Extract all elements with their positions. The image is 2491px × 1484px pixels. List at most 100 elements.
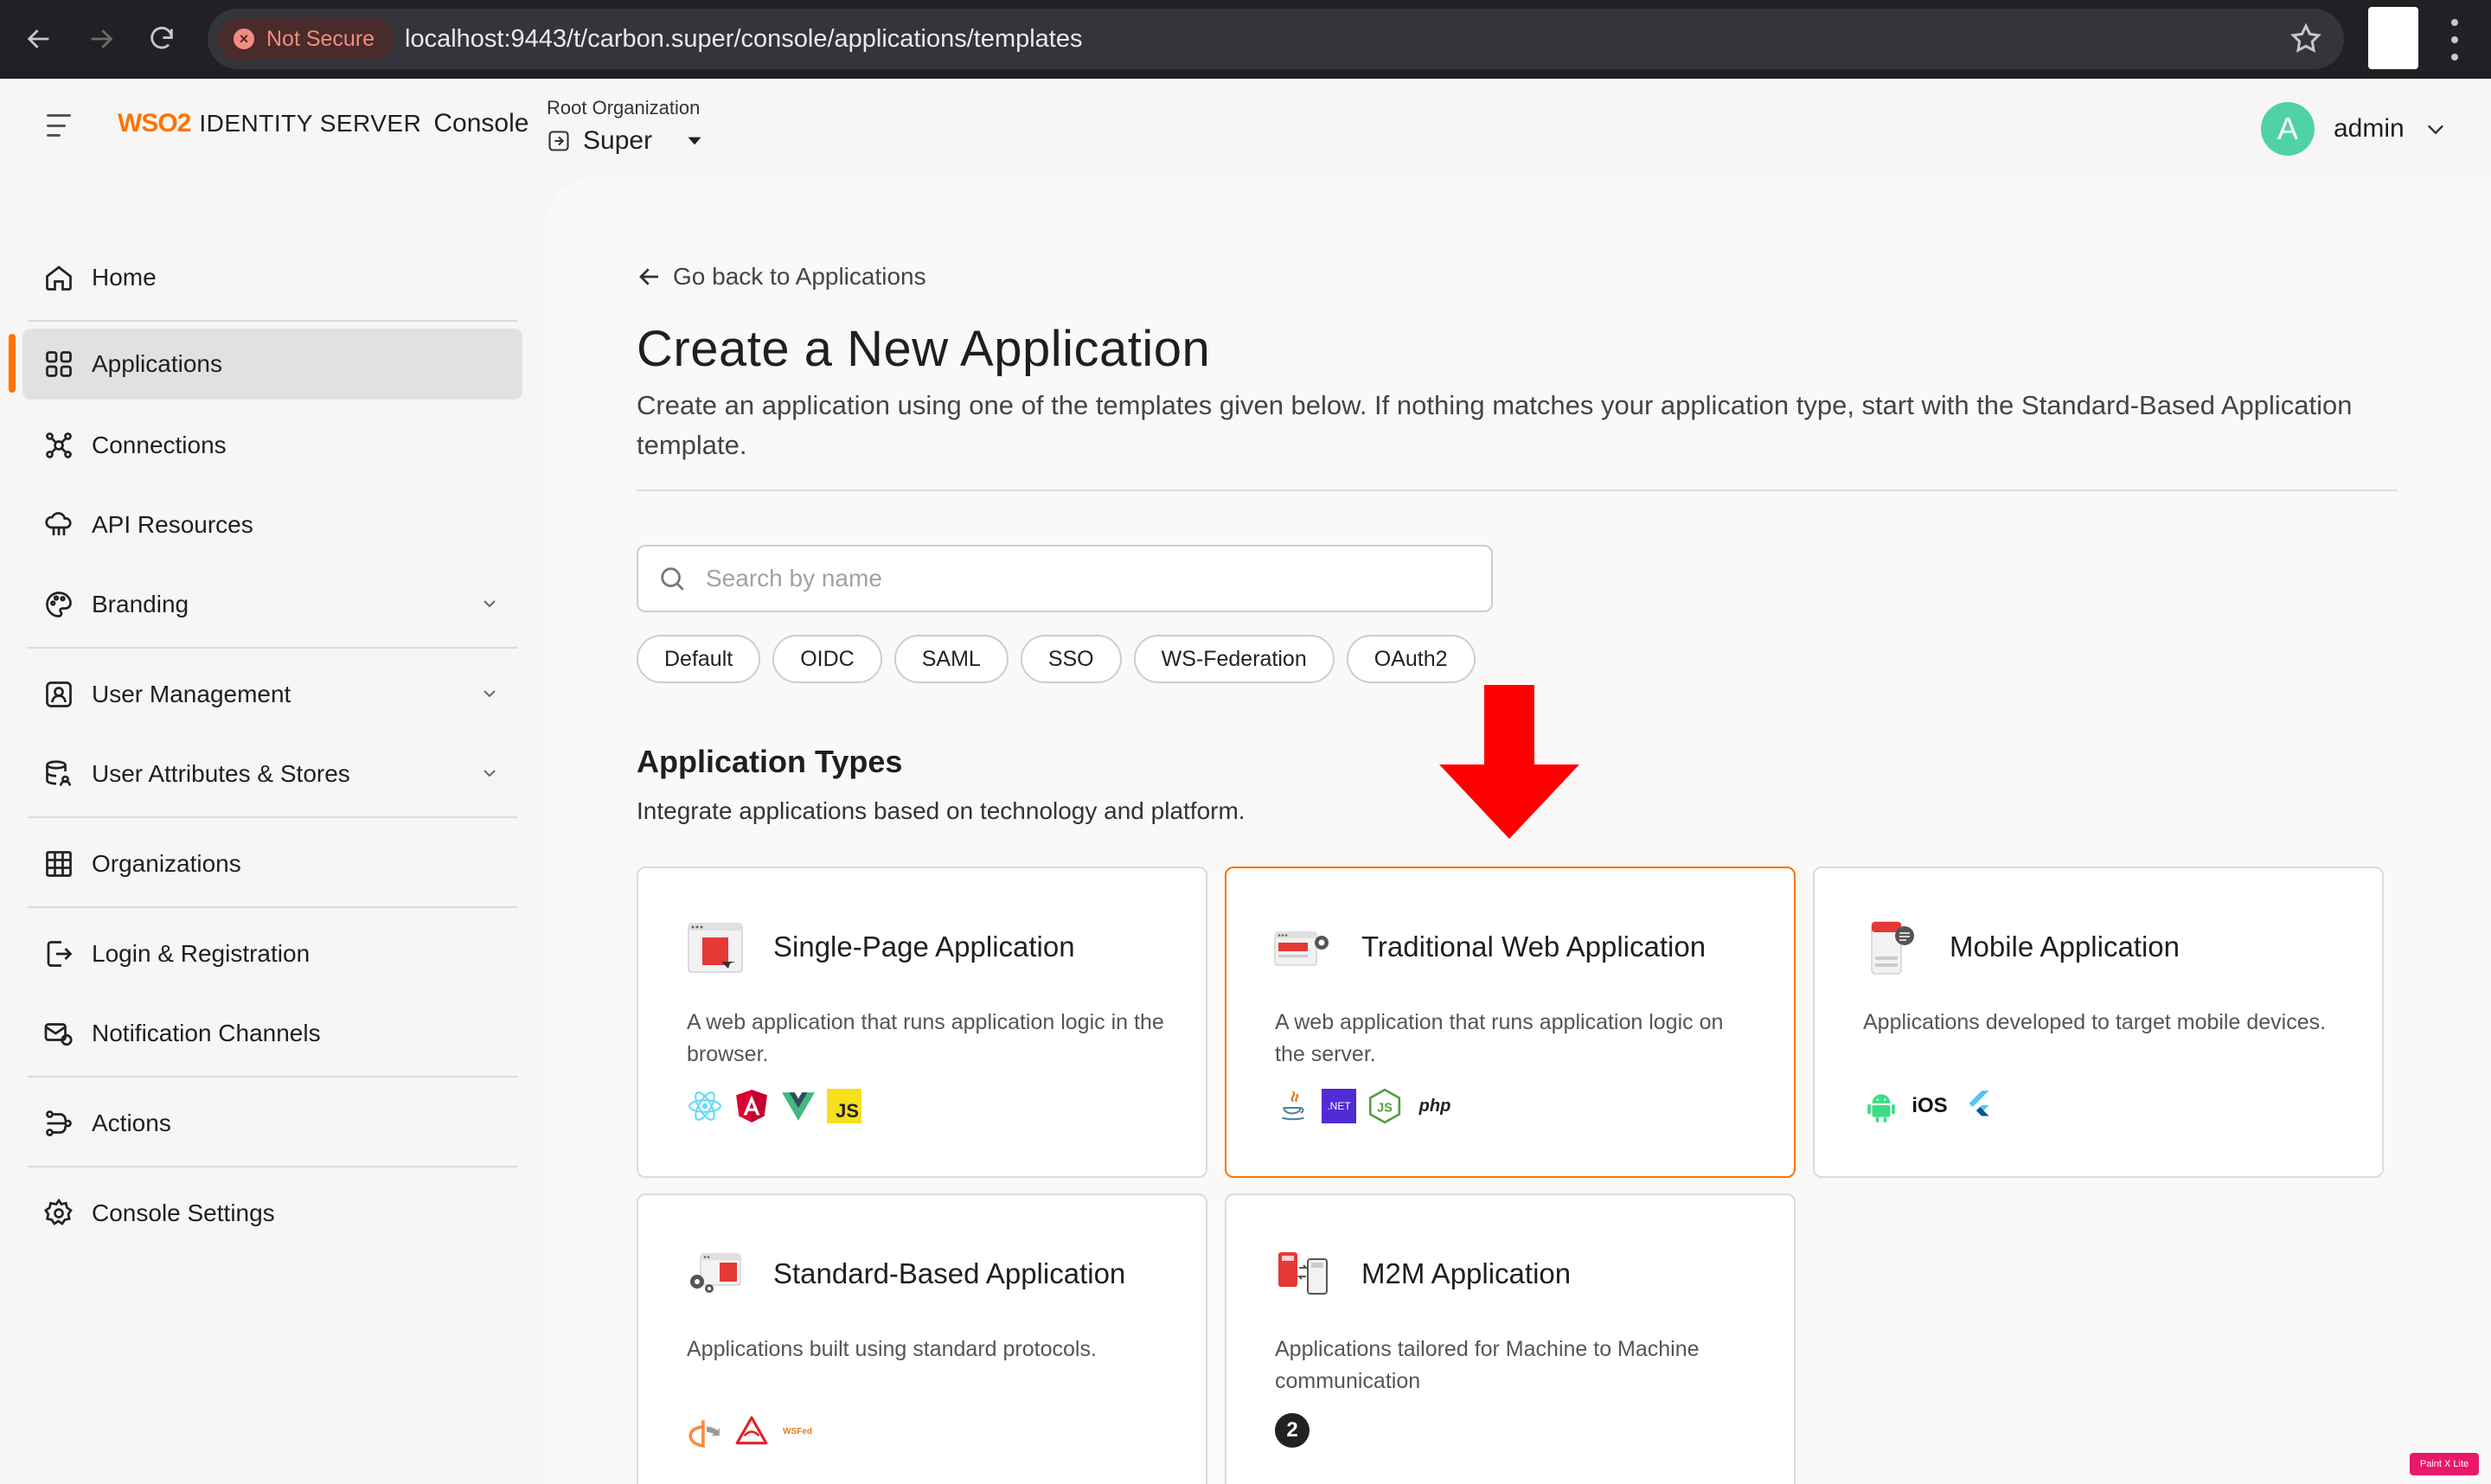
svg-text:JS: JS (1377, 1101, 1393, 1115)
tech-list: iOS (1863, 1088, 2007, 1124)
oauth2-icon: 2 (1275, 1413, 1310, 1448)
sidebar-item-console-settings[interactable]: Console Settings (22, 1178, 522, 1249)
search-icon (661, 567, 684, 591)
tech-list: 2 (1275, 1413, 1320, 1448)
card-title: Single-Page Application (773, 931, 1075, 963)
java-icon (1282, 1091, 1304, 1121)
search-box[interactable] (637, 545, 1493, 612)
sidebar-item-connections[interactable]: Connections (22, 410, 522, 481)
ios-icon: iOS (1911, 1094, 1948, 1117)
search-input[interactable] (706, 565, 1467, 592)
tech-list: JS (687, 1088, 872, 1124)
sidebar-item-label: User Attributes & Stores (92, 760, 350, 787)
page-title: Create a New Application (637, 321, 1211, 377)
template-card-m2m-application[interactable]: M2M Application Applications tailored fo… (1225, 1193, 1796, 1484)
sidebar-divider (28, 320, 517, 322)
sidebar-item-label: Notification Channels (92, 1020, 321, 1046)
back-icon[interactable] (16, 16, 62, 62)
applications-icon (46, 351, 72, 377)
warning-icon: × (234, 29, 254, 49)
user-menu[interactable]: A admin (2261, 102, 2448, 156)
standard-based-app-icon (690, 1253, 741, 1293)
login-registration-icon (47, 941, 73, 967)
hamburger-menu-icon[interactable] (47, 114, 71, 137)
template-card-traditional-web-application[interactable]: Traditional Web Application A web applic… (1225, 867, 1796, 1178)
sidebar-item-branding[interactable]: Branding (22, 569, 522, 640)
sidebar-item-organizations[interactable]: Organizations (22, 828, 522, 899)
template-card-mobile-application[interactable]: Mobile Application Applications develope… (1813, 867, 2384, 1178)
sidebar-item-applications[interactable]: Applications (22, 329, 522, 400)
home-icon (46, 265, 72, 291)
url-text[interactable]: localhost:9443/t/carbon.super/console/ap… (405, 9, 1082, 69)
security-badge[interactable]: × Not Secure (218, 18, 394, 60)
org-switcher[interactable]: Super (547, 126, 706, 156)
filter-chip-oidc[interactable]: OIDC (772, 635, 882, 683)
sidebar-item-label: Connections (92, 432, 227, 458)
back-link-label: Go back to Applications (673, 263, 926, 290)
filter-chip-oauth2[interactable]: OAuth2 (1346, 635, 1476, 683)
sidebar-divider (28, 1166, 517, 1167)
organizations-icon (46, 851, 72, 877)
profile-button[interactable] (2368, 7, 2418, 69)
sidebar-item-label: API Resources (92, 511, 253, 538)
filter-chip-default[interactable]: Default (637, 635, 761, 683)
template-card-single-page-application[interactable]: Single-Page Application A web applicatio… (637, 867, 1207, 1178)
sidebar-divider (28, 647, 517, 649)
product-suffix: Console (433, 109, 529, 138)
card-description: A web application that runs application … (687, 1010, 1164, 1066)
sidebar-item-notification-channels[interactable]: Notification Channels (22, 998, 522, 1069)
openid-icon (688, 1420, 720, 1448)
traditional-web-app-icon (1274, 931, 1329, 966)
sidebar-item-label: Actions (92, 1110, 171, 1136)
sidebar-item-label: Organizations (92, 850, 241, 877)
org-switch-icon (548, 131, 569, 151)
flutter-icon (1969, 1091, 1989, 1116)
filter-chip-saml[interactable]: SAML (893, 635, 1009, 683)
sidebar-divider (28, 1076, 517, 1078)
divider (637, 489, 2398, 491)
filter-chip-sso[interactable]: SSO (1020, 635, 1122, 683)
card-title: Traditional Web Application (1361, 931, 1707, 963)
watermark-badge: Paint X Lite (2410, 1453, 2479, 1475)
address-bar[interactable]: × Not Secure localhost:9443/t/carbon.sup… (208, 9, 2344, 69)
card-description: Applications tailored for Machine to Mac… (1275, 1337, 1700, 1393)
org-name: Super (583, 126, 653, 155)
sidebar-item-login-registration[interactable]: Login & Registration (22, 918, 522, 989)
forward-icon[interactable] (78, 16, 125, 62)
card-description: Applications developed to target mobile … (1863, 1010, 2327, 1034)
actions-icon (46, 1110, 72, 1136)
sidebar-item-user-management[interactable]: User Management (22, 659, 522, 730)
tech-list: WSFed (687, 1413, 825, 1449)
php-icon: php (1418, 1096, 1451, 1116)
sidebar-item-api-resources[interactable]: API Resources (22, 489, 522, 560)
chevron-down-icon (688, 137, 701, 145)
section-subtitle: Integrate applications based on technolo… (637, 797, 1246, 824)
page-description: Create an application using one of the t… (637, 390, 2353, 460)
filter-chip-ws-federation[interactable]: WS-Federation (1133, 635, 1335, 683)
bookmark-star-icon[interactable] (2289, 22, 2323, 56)
gear-icon (43, 1198, 73, 1225)
javascript-icon: JS (827, 1089, 861, 1123)
user-management-icon (46, 681, 72, 707)
single-page-app-icon (688, 923, 743, 973)
section-title: Application Types (637, 744, 903, 779)
card-title: Mobile Application (1950, 931, 2180, 963)
sidebar-item-user-attributes[interactable]: User Attributes & Stores (22, 739, 522, 809)
back-to-applications-link[interactable]: Go back to Applications (637, 263, 926, 291)
dotnet-icon: .NET (1322, 1089, 1356, 1123)
filter-chips: Default OIDC SAML SSO WS-Federation OAut… (637, 635, 1488, 683)
sidebar-item-label: User Management (92, 681, 291, 707)
template-card-standard-based-application[interactable]: Standard-Based Application Applications … (637, 1193, 1207, 1484)
sidebar-divider (28, 816, 517, 818)
user-attributes-icon (46, 760, 72, 786)
reload-icon[interactable] (138, 16, 185, 62)
sidebar-item-home[interactable]: Home (22, 242, 522, 313)
sidebar-item-actions[interactable]: Actions (22, 1088, 522, 1159)
react-icon (688, 1091, 721, 1121)
sidebar-divider (28, 906, 517, 908)
card-title: Standard-Based Application (773, 1257, 1126, 1289)
browser-menu-icon[interactable] (2446, 19, 2463, 61)
product-logo[interactable]: WSO2 IDENTITY SERVER Console (118, 109, 528, 138)
main-content: Go back to Applications Create a New App… (545, 176, 2491, 1484)
avatar: A (2261, 102, 2315, 156)
